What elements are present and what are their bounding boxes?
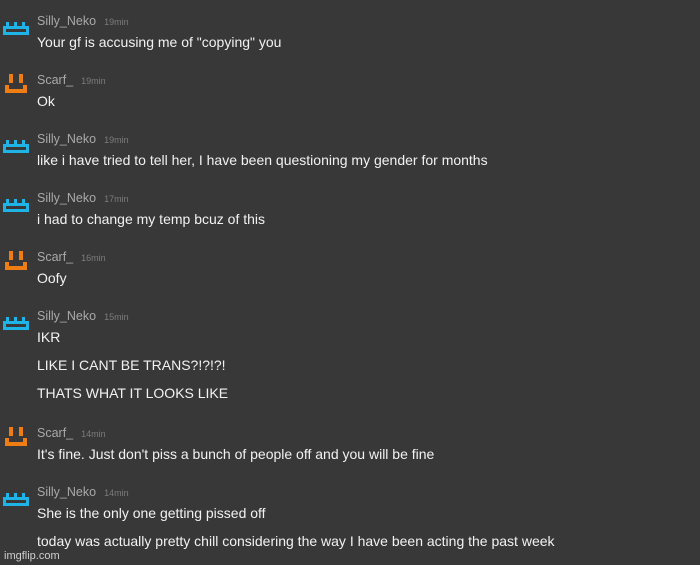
message-header: Scarf_ 19min [37,71,106,87]
username[interactable]: Silly_Neko [37,132,96,146]
neko-avatar-icon[interactable] [2,12,30,40]
scarf-avatar-icon[interactable] [2,248,30,276]
timestamp: 15min [104,312,129,322]
username[interactable]: Silly_Neko [37,191,96,205]
message-header: Silly_Neko 19min [37,130,129,146]
watermark: imgflip.com [4,550,60,562]
message-text: It's fine. Just don't piss a bunch of pe… [37,446,435,462]
chat-message: Silly_Neko 17min i had to change my temp b… [0,189,700,239]
message-header: Scarf_ 16min [37,248,106,264]
timestamp: 19min [104,135,129,145]
timestamp: 17min [104,194,129,204]
timestamp: 19min [81,76,106,86]
message-text: Your gf is accusing me of "copying" you [37,34,282,50]
message-text: Ok [37,93,55,109]
username[interactable]: Silly_Neko [37,309,96,323]
message-text: LIKE I CANT BE TRANS?!?!?! [37,357,226,373]
timestamp: 14min [81,429,106,439]
chat-message: Silly_Neko 19min Your gf is accusing me of… [0,12,700,62]
message-text: Oofy [37,270,67,286]
neko-avatar-icon[interactable] [2,307,30,335]
chat-message: Scarf_ 19min Ok [0,71,700,121]
username[interactable]: Silly_Neko [37,485,96,499]
message-text: IKR [37,329,61,345]
chat-message: Silly_Neko 15min IKR LIKE I CANT BE TRANS?!… [0,307,700,413]
message-text: like i have tried to tell her, I have be… [37,152,488,168]
message-header: Silly_Neko 14min [37,483,129,499]
username[interactable]: Scarf_ [37,73,73,87]
chat-message: Scarf_ 16min Oofy [0,248,700,298]
chat-message: Silly_Neko 14min She is the only one getti… [0,483,700,561]
message-text: today was actually pretty chill consider… [37,533,555,549]
message-header: Silly_Neko 15min [37,307,129,323]
scarf-avatar-icon[interactable] [2,424,30,452]
message-header: Silly_Neko 19min [37,12,129,28]
username[interactable]: Scarf_ [37,426,73,440]
timestamp: 14min [104,488,129,498]
username[interactable]: Silly_Neko [37,14,96,28]
message-text: i had to change my temp bcuz of this [37,211,266,227]
message-text: THATS WHAT IT LOOKS LIKE [37,385,229,401]
neko-avatar-icon[interactable] [2,483,30,511]
message-header: Silly_Neko 17min [37,189,129,205]
chat-message: Silly_Neko 19min like i have tried to tell… [0,130,700,180]
chat-message: Scarf_ 14min It's fine. Just don't piss a … [0,424,700,474]
timestamp: 19min [104,17,129,27]
message-header: Scarf_ 14min [37,424,106,440]
message-text: She is the only one getting pissed off [37,505,266,521]
neko-avatar-icon[interactable] [2,189,30,217]
scarf-avatar-icon[interactable] [2,71,30,99]
neko-avatar-icon[interactable] [2,130,30,158]
timestamp: 16min [81,253,106,263]
username[interactable]: Scarf_ [37,250,73,264]
